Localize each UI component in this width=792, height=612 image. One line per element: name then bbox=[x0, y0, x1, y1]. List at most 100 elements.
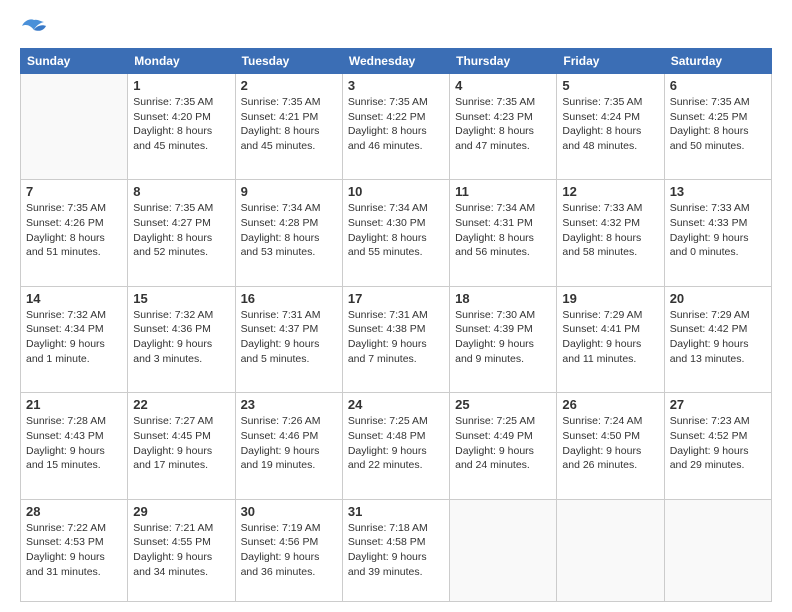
weekday-header-tuesday: Tuesday bbox=[235, 49, 342, 74]
day-number: 2 bbox=[241, 78, 337, 93]
day-info: Sunrise: 7:31 AMSunset: 4:37 PMDaylight:… bbox=[241, 308, 337, 367]
calendar-cell: 1 Sunrise: 7:35 AMSunset: 4:20 PMDaylight… bbox=[128, 74, 235, 180]
day-number: 7 bbox=[26, 184, 122, 199]
calendar-cell: 24Sunrise: 7:25 AMSunset: 4:48 PMDayligh… bbox=[342, 393, 449, 499]
day-info: Sunrise: 7:19 AMSunset: 4:56 PMDaylight:… bbox=[241, 521, 337, 580]
day-info: Sunrise: 7:21 AMSunset: 4:55 PMDaylight:… bbox=[133, 521, 229, 580]
day-info: Sunrise: 7:31 AMSunset: 4:38 PMDaylight:… bbox=[348, 308, 444, 367]
day-number: 27 bbox=[670, 397, 766, 412]
day-info: Sunrise: 7:35 AMSunset: 4:24 PMDaylight:… bbox=[562, 95, 658, 154]
calendar-cell: 22Sunrise: 7:27 AMSunset: 4:45 PMDayligh… bbox=[128, 393, 235, 499]
calendar-week-row: 21 Sunrise: 7:28 AMSunset: 4:43 PMDayligh… bbox=[21, 393, 772, 499]
day-number: 20 bbox=[670, 291, 766, 306]
calendar-cell bbox=[557, 499, 664, 602]
day-number: 14 bbox=[26, 291, 122, 306]
calendar-cell: 8 Sunrise: 7:35 AMSunset: 4:27 PMDaylight… bbox=[128, 180, 235, 286]
day-number: 28 bbox=[26, 504, 122, 519]
calendar-cell: 3 Sunrise: 7:35 AMSunset: 4:22 PMDaylight… bbox=[342, 74, 449, 180]
calendar-week-row: 14 Sunrise: 7:32 AMSunset: 4:34 PMDayligh… bbox=[21, 286, 772, 392]
calendar-cell: 19Sunrise: 7:29 AMSunset: 4:41 PMDayligh… bbox=[557, 286, 664, 392]
calendar-cell: 2 Sunrise: 7:35 AMSunset: 4:21 PMDaylight… bbox=[235, 74, 342, 180]
calendar-table: SundayMondayTuesdayWednesdayThursdayFrid… bbox=[20, 48, 772, 602]
day-info: Sunrise: 7:32 AMSunset: 4:34 PMDaylight:… bbox=[26, 308, 122, 367]
day-number: 10 bbox=[348, 184, 444, 199]
calendar-cell: 31Sunrise: 7:18 AMSunset: 4:58 PMDayligh… bbox=[342, 499, 449, 602]
day-number: 17 bbox=[348, 291, 444, 306]
calendar-cell: 25Sunrise: 7:25 AMSunset: 4:49 PMDayligh… bbox=[450, 393, 557, 499]
calendar-cell: 11 Sunrise: 7:34 AMSunset: 4:31 PMDayligh… bbox=[450, 180, 557, 286]
calendar-cell: 29 Sunrise: 7:21 AMSunset: 4:55 PMDayligh… bbox=[128, 499, 235, 602]
day-info: Sunrise: 7:35 AMSunset: 4:26 PMDaylight:… bbox=[26, 201, 122, 260]
calendar-cell: 5 Sunrise: 7:35 AMSunset: 4:24 PMDaylight… bbox=[557, 74, 664, 180]
day-info: Sunrise: 7:33 AMSunset: 4:33 PMDaylight:… bbox=[670, 201, 766, 260]
day-number: 21 bbox=[26, 397, 122, 412]
day-info: Sunrise: 7:34 AMSunset: 4:31 PMDaylight:… bbox=[455, 201, 551, 260]
day-number: 8 bbox=[133, 184, 229, 199]
day-number: 11 bbox=[455, 184, 551, 199]
day-number: 1 bbox=[133, 78, 229, 93]
day-number: 18 bbox=[455, 291, 551, 306]
day-info: Sunrise: 7:34 AMSunset: 4:28 PMDaylight:… bbox=[241, 201, 337, 260]
weekday-header-row: SundayMondayTuesdayWednesdayThursdayFrid… bbox=[21, 49, 772, 74]
day-number: 22 bbox=[133, 397, 229, 412]
day-number: 31 bbox=[348, 504, 444, 519]
day-number: 6 bbox=[670, 78, 766, 93]
day-info: Sunrise: 7:28 AMSunset: 4:43 PMDaylight:… bbox=[26, 414, 122, 473]
calendar-cell: 27 Sunrise: 7:23 AMSunset: 4:52 PMDayligh… bbox=[664, 393, 771, 499]
day-number: 4 bbox=[455, 78, 551, 93]
day-info: Sunrise: 7:35 AMSunset: 4:27 PMDaylight:… bbox=[133, 201, 229, 260]
day-number: 26 bbox=[562, 397, 658, 412]
calendar-cell: 10 Sunrise: 7:34 AMSunset: 4:30 PMDayligh… bbox=[342, 180, 449, 286]
day-info: Sunrise: 7:32 AMSunset: 4:36 PMDaylight:… bbox=[133, 308, 229, 367]
weekday-header-monday: Monday bbox=[128, 49, 235, 74]
day-info: Sunrise: 7:25 AMSunset: 4:49 PMDaylight:… bbox=[455, 414, 551, 473]
day-info: Sunrise: 7:24 AMSunset: 4:50 PMDaylight:… bbox=[562, 414, 658, 473]
day-info: Sunrise: 7:30 AMSunset: 4:39 PMDaylight:… bbox=[455, 308, 551, 367]
calendar-cell: 20 Sunrise: 7:29 AMSunset: 4:42 PMDayligh… bbox=[664, 286, 771, 392]
day-number: 24 bbox=[348, 397, 444, 412]
day-info: Sunrise: 7:35 AMSunset: 4:21 PMDaylight:… bbox=[241, 95, 337, 154]
day-info: Sunrise: 7:23 AMSunset: 4:52 PMDaylight:… bbox=[670, 414, 766, 473]
page: SundayMondayTuesdayWednesdayThursdayFrid… bbox=[0, 0, 792, 612]
logo-icon bbox=[20, 16, 48, 38]
day-number: 29 bbox=[133, 504, 229, 519]
day-info: Sunrise: 7:29 AMSunset: 4:41 PMDaylight:… bbox=[562, 308, 658, 367]
weekday-header-wednesday: Wednesday bbox=[342, 49, 449, 74]
day-number: 12 bbox=[562, 184, 658, 199]
day-info: Sunrise: 7:26 AMSunset: 4:46 PMDaylight:… bbox=[241, 414, 337, 473]
day-number: 30 bbox=[241, 504, 337, 519]
calendar-cell: 16 Sunrise: 7:31 AMSunset: 4:37 PMDayligh… bbox=[235, 286, 342, 392]
calendar-cell: 15 Sunrise: 7:32 AMSunset: 4:36 PMDayligh… bbox=[128, 286, 235, 392]
day-number: 9 bbox=[241, 184, 337, 199]
day-info: Sunrise: 7:35 AMSunset: 4:25 PMDaylight:… bbox=[670, 95, 766, 154]
calendar-cell: 4Sunrise: 7:35 AMSunset: 4:23 PMDaylight… bbox=[450, 74, 557, 180]
day-info: Sunrise: 7:34 AMSunset: 4:30 PMDaylight:… bbox=[348, 201, 444, 260]
calendar-cell: 26 Sunrise: 7:24 AMSunset: 4:50 PMDayligh… bbox=[557, 393, 664, 499]
weekday-header-saturday: Saturday bbox=[664, 49, 771, 74]
day-number: 15 bbox=[133, 291, 229, 306]
calendar-cell bbox=[664, 499, 771, 602]
calendar-cell: 13 Sunrise: 7:33 AMSunset: 4:33 PMDayligh… bbox=[664, 180, 771, 286]
weekday-header-thursday: Thursday bbox=[450, 49, 557, 74]
calendar-cell bbox=[450, 499, 557, 602]
day-number: 5 bbox=[562, 78, 658, 93]
calendar-cell: 6 Sunrise: 7:35 AMSunset: 4:25 PMDaylight… bbox=[664, 74, 771, 180]
calendar-cell: 23 Sunrise: 7:26 AMSunset: 4:46 PMDayligh… bbox=[235, 393, 342, 499]
calendar-cell: 17 Sunrise: 7:31 AMSunset: 4:38 PMDayligh… bbox=[342, 286, 449, 392]
header bbox=[20, 16, 772, 38]
day-number: 16 bbox=[241, 291, 337, 306]
day-info: Sunrise: 7:35 AMSunset: 4:22 PMDaylight:… bbox=[348, 95, 444, 154]
calendar-cell: 9 Sunrise: 7:34 AMSunset: 4:28 PMDaylight… bbox=[235, 180, 342, 286]
weekday-header-sunday: Sunday bbox=[21, 49, 128, 74]
day-number: 3 bbox=[348, 78, 444, 93]
calendar-cell: 14 Sunrise: 7:32 AMSunset: 4:34 PMDayligh… bbox=[21, 286, 128, 392]
day-info: Sunrise: 7:33 AMSunset: 4:32 PMDaylight:… bbox=[562, 201, 658, 260]
day-number: 13 bbox=[670, 184, 766, 199]
calendar-week-row: 1 Sunrise: 7:35 AMSunset: 4:20 PMDaylight… bbox=[21, 74, 772, 180]
day-number: 23 bbox=[241, 397, 337, 412]
calendar-cell: 21 Sunrise: 7:28 AMSunset: 4:43 PMDayligh… bbox=[21, 393, 128, 499]
calendar-week-row: 7 Sunrise: 7:35 AMSunset: 4:26 PMDaylight… bbox=[21, 180, 772, 286]
calendar-cell: 7 Sunrise: 7:35 AMSunset: 4:26 PMDaylight… bbox=[21, 180, 128, 286]
day-info: Sunrise: 7:29 AMSunset: 4:42 PMDaylight:… bbox=[670, 308, 766, 367]
day-info: Sunrise: 7:35 AMSunset: 4:20 PMDaylight:… bbox=[133, 95, 229, 154]
